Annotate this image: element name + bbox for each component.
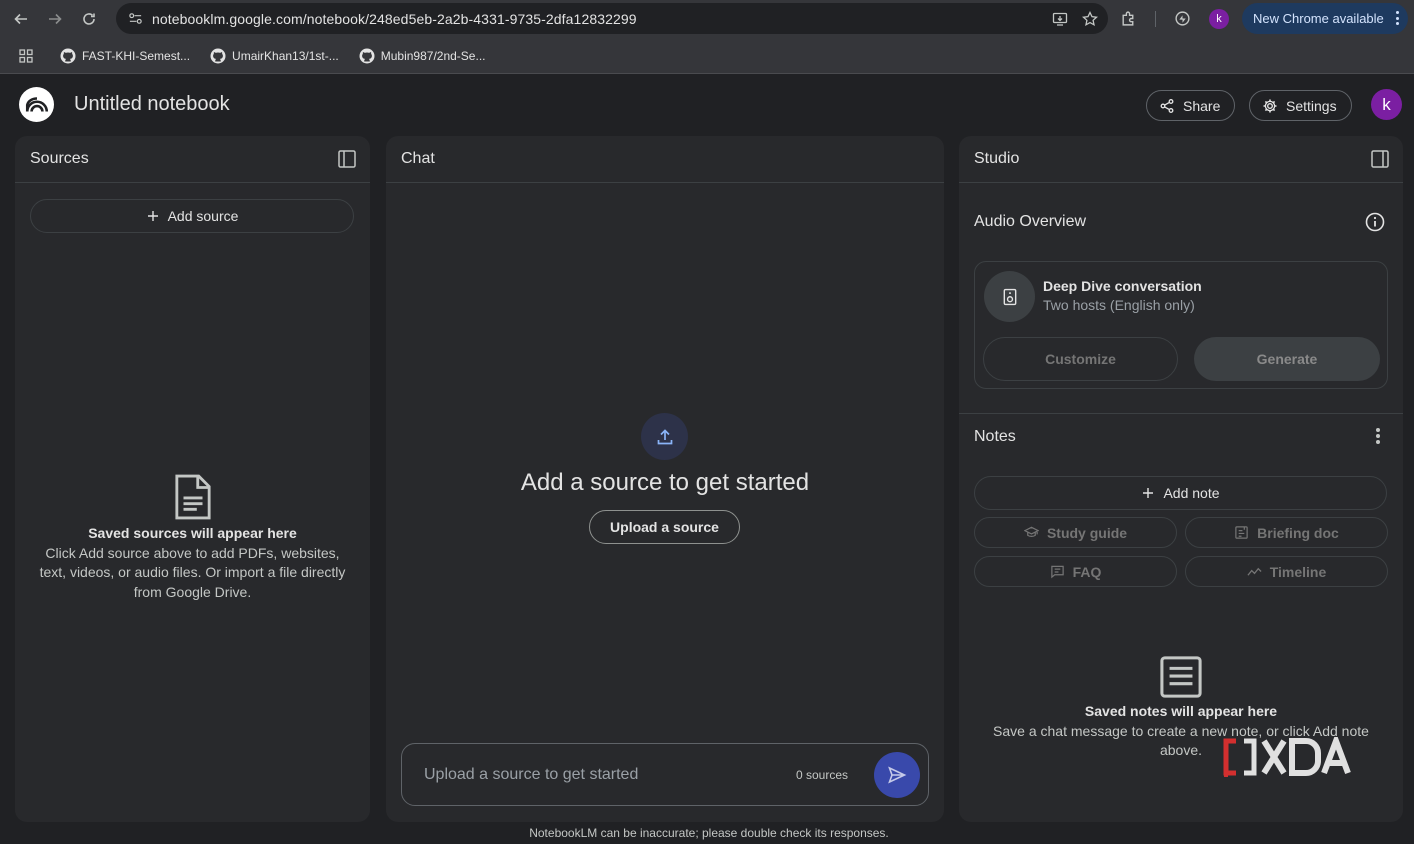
faq-icon: [1050, 565, 1064, 579]
notes-title: Notes: [974, 428, 1016, 445]
add-source-button[interactable]: Add source: [30, 199, 354, 233]
chat-header: Chat: [386, 136, 944, 183]
bookmarks-bar: FAST-KHI-Semest... UmairKhan13/1st-... M…: [0, 38, 1414, 74]
url-text: notebooklm.google.com/notebook/248ed5eb-…: [152, 10, 637, 27]
info-icon[interactable]: [1365, 212, 1385, 232]
github-icon: [359, 48, 375, 63]
reload-icon: [83, 13, 95, 25]
faq-button[interactable]: FAQ: [974, 556, 1177, 587]
chrome-update-button[interactable]: New Chrome available: [1242, 3, 1408, 34]
audio-overview-card: Deep Dive conversation Two hosts (Englis…: [974, 261, 1388, 389]
account-avatar[interactable]: k: [1371, 89, 1402, 120]
xda-watermark-logo: [1222, 737, 1352, 777]
more-options-icon[interactable]: [1376, 428, 1380, 444]
github-icon: [210, 48, 226, 63]
address-bar[interactable]: notebooklm.google.com/notebook/248ed5eb-…: [116, 3, 1108, 34]
collapse-panel-icon[interactable]: [1371, 150, 1389, 168]
back-button[interactable]: [6, 4, 36, 34]
study-guide-button[interactable]: Study guide: [974, 517, 1177, 548]
customize-button[interactable]: Customize: [983, 337, 1178, 381]
source-count: 0 sources: [796, 768, 849, 782]
github-icon: [60, 48, 76, 63]
forward-button[interactable]: [40, 4, 70, 34]
profile-avatar[interactable]: k: [1209, 8, 1229, 29]
send-icon: [888, 766, 907, 784]
audio-card-title: Deep Dive conversation: [1043, 278, 1202, 294]
send-button[interactable]: [874, 752, 920, 798]
sources-header: Sources: [15, 136, 370, 183]
arrow-left-icon: [14, 13, 27, 25]
briefing-doc-icon: [1235, 526, 1248, 539]
chat-panel: Chat Add a source to get started Upload …: [386, 136, 944, 822]
timeline-button[interactable]: Timeline: [1185, 556, 1388, 587]
performance-icon[interactable]: [1174, 10, 1191, 27]
chat-input[interactable]: Upload a source to get started 0 sources: [401, 743, 929, 806]
bookmark-item[interactable]: FAST-KHI-Semest...: [60, 48, 190, 64]
sources-empty-state: Saved sources will appear here Click Add…: [15, 474, 370, 602]
bookmark-item[interactable]: Mubin987/2nd-Se...: [359, 48, 486, 64]
update-label: New Chrome available: [1253, 11, 1384, 26]
notebook-title[interactable]: Untitled notebook: [74, 93, 230, 116]
add-note-button[interactable]: Add note: [974, 476, 1387, 510]
upload-icon: [641, 413, 688, 460]
apps-grid-icon[interactable]: [18, 48, 34, 64]
upload-source-button[interactable]: Upload a source: [589, 510, 740, 544]
studio-panel: Studio Audio Overview Deep Dive conversa…: [959, 136, 1403, 822]
plus-icon: [1143, 488, 1154, 498]
speaker-icon: [984, 271, 1035, 322]
sources-panel: Sources Add source Saved sources will ap…: [15, 136, 370, 822]
app-header: Untitled notebook Share Settings k: [0, 75, 1414, 135]
section-divider: [959, 413, 1403, 414]
plus-icon: [147, 211, 158, 221]
disclaimer-text: NotebookLM can be inaccurate; please dou…: [529, 826, 889, 840]
toolbar-divider: [1155, 10, 1156, 27]
audio-overview-title: Audio Overview: [974, 213, 1087, 230]
arrow-right-icon: [49, 13, 62, 25]
notes-empty-title: Saved notes will appear here: [1084, 703, 1278, 719]
settings-button[interactable]: Settings: [1249, 90, 1352, 121]
extensions-icon[interactable]: [1120, 10, 1137, 27]
chat-headline: Add a source to get started: [520, 469, 810, 496]
briefing-doc-button[interactable]: Briefing doc: [1185, 517, 1388, 548]
notes-icon: [1160, 656, 1202, 698]
reload-button[interactable]: [74, 4, 104, 34]
bookmark-star-icon[interactable]: [1082, 10, 1098, 27]
generate-button[interactable]: Generate: [1194, 337, 1380, 381]
studio-header: Studio: [959, 136, 1403, 183]
audio-card-subtitle: Two hosts (English only): [1043, 297, 1195, 313]
timeline-icon: [1247, 567, 1262, 576]
graduation-cap-icon: [1023, 526, 1039, 537]
share-icon: [1160, 98, 1174, 113]
collapse-panel-icon[interactable]: [338, 150, 356, 168]
share-button[interactable]: Share: [1146, 90, 1236, 121]
gear-icon: [1263, 99, 1277, 112]
sources-title: Sources: [30, 150, 89, 167]
chat-title: Chat: [401, 150, 435, 167]
studio-title: Studio: [974, 150, 1020, 167]
install-app-icon[interactable]: [1052, 11, 1068, 27]
chat-placeholder: Upload a source to get started: [424, 766, 639, 783]
site-settings-icon[interactable]: [124, 8, 146, 30]
sources-empty-title: Saved sources will appear here: [88, 525, 297, 541]
notebooklm-logo-icon[interactable]: [19, 87, 54, 122]
chrome-menu-icon[interactable]: [1396, 11, 1400, 25]
document-icon: [174, 474, 211, 520]
bookmark-item[interactable]: UmairKhan13/1st-...: [210, 48, 339, 64]
